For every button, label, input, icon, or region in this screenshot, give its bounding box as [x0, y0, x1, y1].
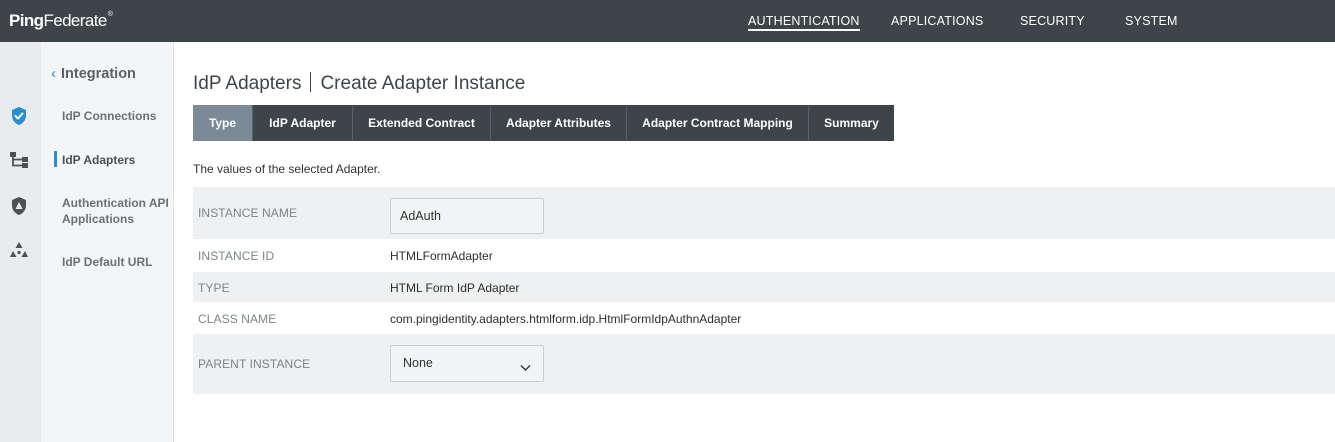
logo-registered-mark: ®	[107, 11, 113, 18]
wizard-steps: Type IdP Adapter Extended Contract Adapt…	[193, 105, 894, 141]
type-label: TYPE	[198, 281, 230, 295]
recycle-icon[interactable]	[9, 240, 29, 260]
parent-instance-label: PARENT INSTANCE	[198, 357, 311, 371]
nav-system[interactable]: SYSTEM	[1125, 14, 1178, 28]
sidebar-item-idp-default-url[interactable]: IdP Default URL	[62, 254, 172, 270]
adapter-type-form: INSTANCE NAME AdAuth INSTANCE ID HTMLFor…	[193, 187, 1335, 395]
shield-person-icon[interactable]	[9, 196, 29, 216]
sidebar-item-idp-adapters[interactable]: IdP Adapters	[62, 152, 172, 168]
class-name-label: CLASS NAME	[198, 312, 277, 326]
page-title-sub: Create Adapter Instance	[320, 73, 526, 94]
sidebar-item-idp-connections[interactable]: IdP Connections	[62, 108, 172, 124]
shield-check-icon[interactable]	[9, 106, 29, 126]
back-to-integration-link[interactable]: ‹ Integration	[51, 65, 136, 82]
step-adapter-contract-mapping[interactable]: Adapter Contract Mapping	[627, 105, 809, 141]
page-description: The values of the selected Adapter.	[193, 162, 381, 176]
chevron-down-icon	[520, 359, 531, 377]
back-link-label: Integration	[61, 66, 136, 82]
step-type[interactable]: Type	[193, 105, 253, 141]
nav-authentication[interactable]: AUTHENTICATION	[748, 14, 860, 31]
hierarchy-icon[interactable]	[9, 150, 29, 170]
type-value: HTML Form IdP Adapter	[390, 281, 520, 295]
instance-name-input[interactable]: AdAuth	[390, 198, 544, 234]
row-instance-name: INSTANCE NAME AdAuth	[193, 187, 1335, 240]
step-extended-contract[interactable]: Extended Contract	[353, 105, 491, 141]
row-instance-id: INSTANCE ID HTMLFormAdapter	[193, 240, 1335, 272]
logo-text-bold: Ping	[9, 11, 44, 30]
active-item-marker	[54, 151, 57, 167]
row-parent-instance: PARENT INSTANCE None	[193, 334, 1335, 395]
top-navigation-bar: PingFederate® AUTHENTICATION APPLICATION…	[0, 0, 1335, 42]
chevron-left-icon: ‹	[51, 65, 56, 82]
instance-name-label: INSTANCE NAME	[198, 206, 298, 220]
parent-instance-selected-value: None	[403, 356, 433, 370]
logo-text-light: Federate	[43, 11, 107, 30]
nav-applications[interactable]: APPLICATIONS	[891, 14, 983, 28]
secondary-sidebar: ‹ Integration IdP Connections IdP Adapter…	[41, 42, 174, 442]
pingfederate-logo[interactable]: PingFederate®	[9, 11, 113, 31]
icon-rail	[0, 42, 41, 442]
title-separator	[310, 72, 312, 92]
row-type: TYPE HTML Form IdP Adapter	[193, 272, 1335, 303]
row-class-name: CLASS NAME com.pingidentity.adapters.htm…	[193, 303, 1335, 334]
sidebar-item-authentication-api-applications[interactable]: Authentication API Applications	[62, 195, 172, 227]
parent-instance-select[interactable]: None	[390, 345, 544, 382]
nav-security[interactable]: SECURITY	[1020, 14, 1085, 28]
page-title: IdP Adapters Create Adapter Instance	[193, 72, 525, 95]
step-idp-adapter[interactable]: IdP Adapter	[253, 105, 353, 141]
instance-id-value: HTMLFormAdapter	[390, 249, 493, 263]
step-summary[interactable]: Summary	[809, 105, 894, 141]
page-title-main: IdP Adapters	[193, 73, 302, 94]
class-name-value: com.pingidentity.adapters.htmlform.idp.H…	[390, 312, 742, 326]
step-adapter-attributes[interactable]: Adapter Attributes	[491, 105, 627, 141]
instance-id-label: INSTANCE ID	[198, 249, 275, 263]
